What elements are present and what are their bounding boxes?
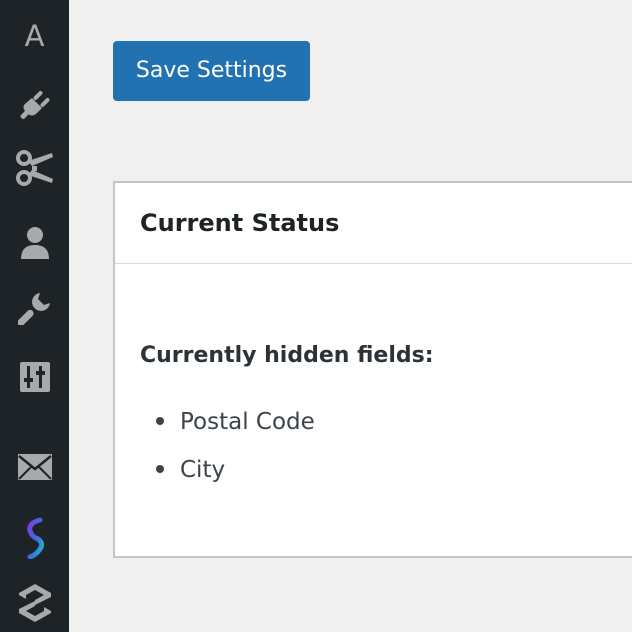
hidden-fields-list: Postal Code City [140,400,315,496]
hidden-field-name: Postal Code [180,409,315,435]
sidebar-item-scissors[interactable] [0,146,69,190]
current-status-card: Current Status Currently hidden fields: … [113,181,632,558]
sidebar-item-users[interactable] [0,220,69,264]
sidebar-item-mail[interactable] [0,445,69,489]
bullet-icon [156,465,164,473]
sidebar-item-a[interactable]: A [0,14,69,58]
plug-icon [20,91,49,119]
sliders-icon [19,362,50,392]
list-item: Postal Code [140,400,315,448]
scissors-icon [15,150,53,186]
sidebar-item-s-gradient[interactable] [0,516,69,560]
sidebar-item-plugins[interactable] [0,82,69,126]
sidebar-item-settings[interactable] [0,355,69,399]
card-title: Current Status [140,209,340,237]
admin-sidebar: A [0,0,69,632]
hidden-fields-label: Currently hidden fields: [140,343,434,368]
save-settings-button[interactable]: Save Settings [113,41,310,101]
user-icon [20,227,49,259]
list-item: City [140,448,315,496]
s-logo-gradient-icon [26,517,44,559]
letter-a-icon: A [24,18,45,53]
card-header: Current Status [115,183,632,264]
sidebar-item-s-grey[interactable] [0,581,69,625]
s-logo-icon [18,584,51,622]
wrench-icon [17,293,50,325]
sidebar-item-tools[interactable] [0,286,69,330]
envelope-icon [17,454,52,480]
bullet-icon [156,417,164,425]
hidden-field-name: City [180,457,226,483]
